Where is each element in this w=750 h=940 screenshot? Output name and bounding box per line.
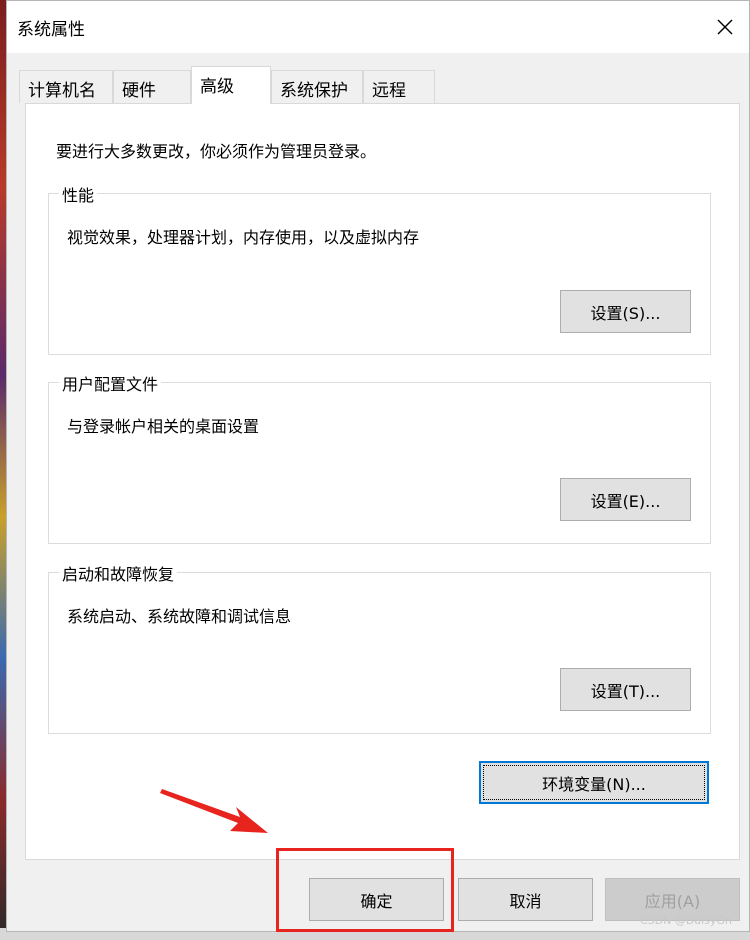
tab-computer-name[interactable]: 计算机名 <box>19 70 113 103</box>
environment-variables-button[interactable]: 环境变量(N)... <box>479 761 709 804</box>
tab-system-protection[interactable]: 系统保护 <box>271 70 363 103</box>
window-title: 系统属性 <box>17 20 85 40</box>
advanced-tab-panel: 要进行大多数更改，你必须作为管理员登录。 性能 视觉效果，处理器计划，内存使用，… <box>25 103 740 860</box>
performance-description: 视觉效果，处理器计划，内存使用，以及虚拟内存 <box>67 228 420 247</box>
close-icon <box>717 19 733 35</box>
user-profiles-description: 与登录帐户相关的桌面设置 <box>67 417 260 436</box>
startup-recovery-group: 启动和故障恢复 系统启动、系统故障和调试信息 设置(T)... <box>48 561 711 734</box>
system-properties-dialog: 系统属性 计算机名 硬件 高级 系统保护 远程 要进行大多数更改，你必须作为管理… <box>6 0 750 932</box>
startup-recovery-settings-button[interactable]: 设置(T)... <box>560 668 691 711</box>
startup-recovery-description: 系统启动、系统故障和调试信息 <box>67 607 292 626</box>
watermark: CSDN @DaisyGn <box>640 914 732 927</box>
tab-remote[interactable]: 远程 <box>363 70 435 103</box>
user-profiles-title: 用户配置文件 <box>59 371 162 395</box>
tab-hardware[interactable]: 硬件 <box>113 70 191 103</box>
performance-group: 性能 视觉效果，处理器计划，内存使用，以及虚拟内存 设置(S)... <box>48 182 711 355</box>
performance-settings-button[interactable]: 设置(S)... <box>560 290 691 333</box>
cancel-button[interactable]: 取消 <box>458 878 593 921</box>
user-profiles-settings-button[interactable]: 设置(E)... <box>560 478 691 521</box>
ok-button[interactable]: 确定 <box>309 878 444 921</box>
user-profiles-group: 用户配置文件 与登录帐户相关的桌面设置 设置(E)... <box>48 371 711 544</box>
performance-title: 性能 <box>59 182 98 206</box>
tab-advanced[interactable]: 高级 <box>191 66 271 104</box>
close-button[interactable] <box>701 1 749 53</box>
admin-notice: 要进行大多数更改，你必须作为管理员登录。 <box>56 142 377 161</box>
title-bar: 系统属性 <box>7 1 749 53</box>
startup-recovery-title: 启动和故障恢复 <box>59 561 178 585</box>
